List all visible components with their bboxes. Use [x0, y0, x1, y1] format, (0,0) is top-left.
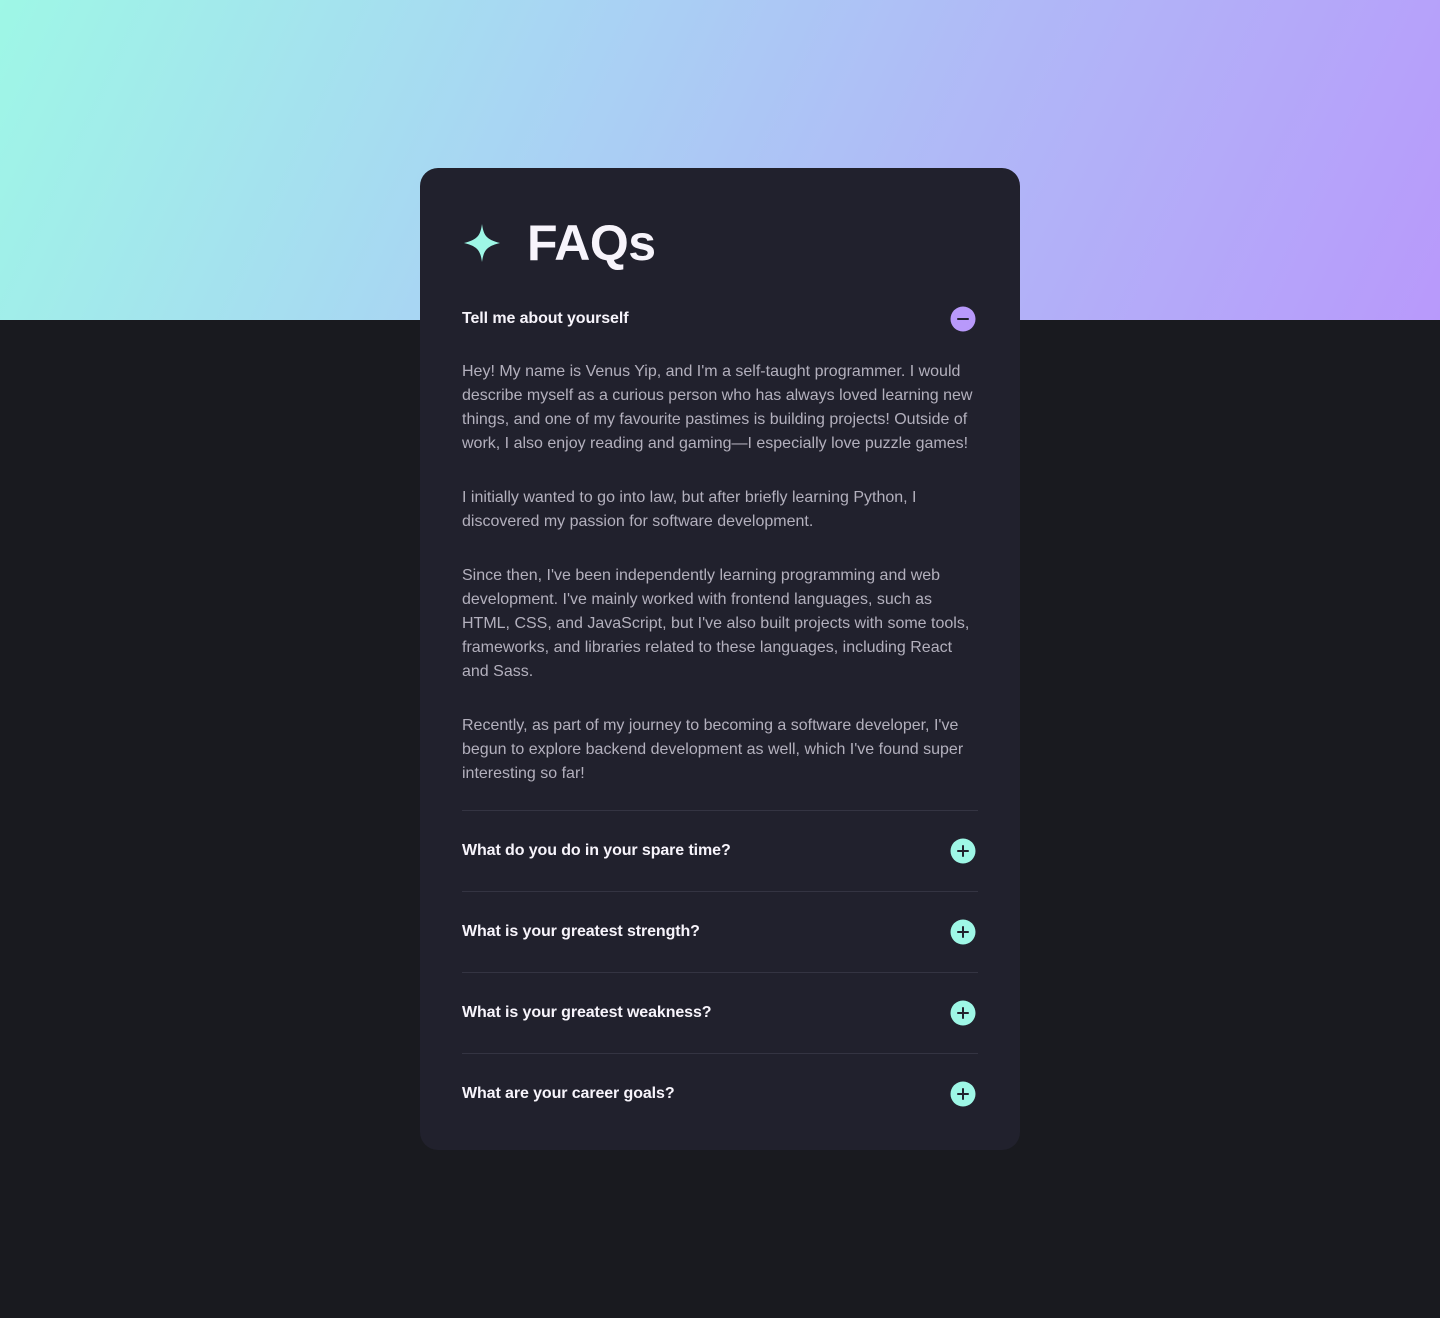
minus-circle-icon[interactable]: [950, 306, 976, 332]
faq-item-spare-time: What do you do in your spare time?: [462, 811, 978, 892]
faq-card: FAQs Tell me about yourself Hey! My name…: [420, 168, 1020, 1150]
answer-paragraph: Recently, as part of my journey to becom…: [462, 717, 964, 782]
faq-question-toggle[interactable]: What do you do in your spare time?: [462, 811, 978, 891]
plus-circle-icon[interactable]: [950, 838, 976, 864]
faq-question-toggle[interactable]: What are your career goals?: [462, 1054, 978, 1134]
faq-question-label[interactable]: What is your greatest weakness?: [462, 1004, 712, 1022]
faq-question-label[interactable]: Tell me about yourself: [462, 310, 629, 328]
answer-paragraph: I initially wanted to go into law, but a…: [462, 489, 917, 530]
faq-answer: Hey! My name is Venus Yip, and I'm a sel…: [462, 344, 978, 810]
answer-paragraph: Since then, I've been independently lear…: [462, 567, 970, 680]
faq-item-greatest-strength: What is your greatest strength?: [462, 892, 978, 973]
faq-question-label[interactable]: What is your greatest strength?: [462, 923, 700, 941]
sparkle-star-icon: [462, 223, 502, 263]
faq-question-label[interactable]: What are your career goals?: [462, 1085, 675, 1103]
answer-paragraph: Hey! My name is Venus Yip, and I'm a sel…: [462, 363, 973, 452]
faq-item-tell-me-about-yourself: Tell me about yourself Hey! My name is V…: [462, 294, 978, 811]
plus-circle-icon[interactable]: [950, 1081, 976, 1107]
faq-question-toggle[interactable]: What is your greatest weakness?: [462, 973, 978, 1053]
faq-question-label[interactable]: What do you do in your spare time?: [462, 842, 731, 860]
page-title: FAQs: [527, 215, 656, 271]
faq-question-toggle[interactable]: What is your greatest strength?: [462, 892, 978, 972]
plus-circle-icon[interactable]: [950, 919, 976, 945]
faq-item-career-goals: What are your career goals?: [462, 1054, 978, 1134]
faq-question-toggle[interactable]: Tell me about yourself: [462, 294, 978, 344]
faq-card-header: FAQs: [462, 218, 978, 268]
faq-item-greatest-weakness: What is your greatest weakness?: [462, 973, 978, 1054]
plus-circle-icon[interactable]: [950, 1000, 976, 1026]
